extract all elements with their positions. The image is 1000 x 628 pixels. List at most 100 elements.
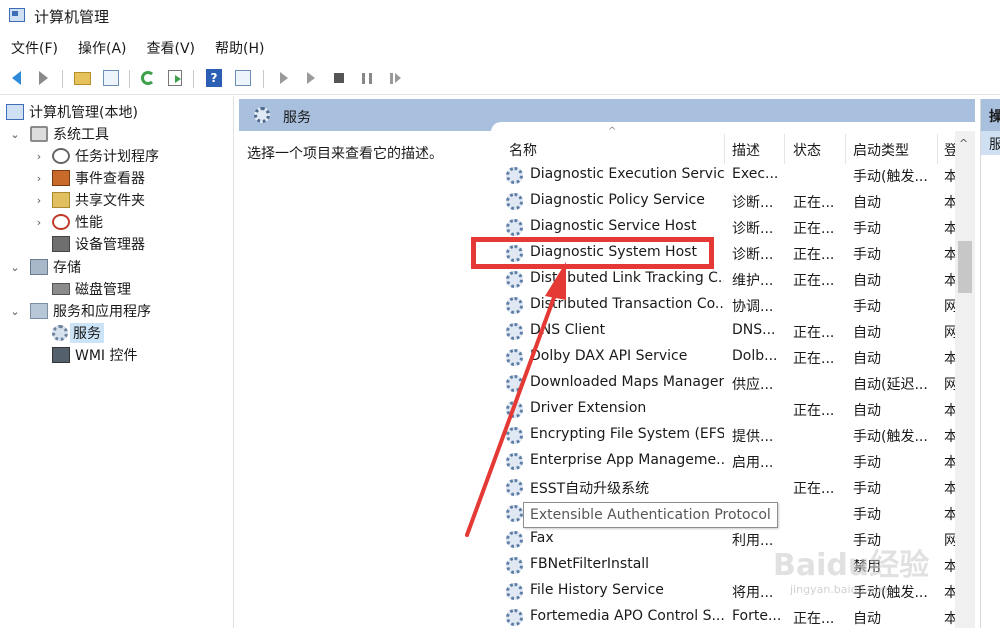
service-gear-icon: [506, 401, 523, 418]
help-icon[interactable]: ?: [203, 67, 225, 89]
service-startup-type: 手动: [853, 247, 881, 263]
start-service-alt-icon[interactable]: [300, 67, 322, 89]
service-startup-type: 手动: [853, 481, 881, 497]
tree-item-performance[interactable]: › 性能: [32, 211, 103, 233]
service-status: 正在...: [793, 611, 835, 627]
service-startup-type: 手动(触发...: [853, 429, 928, 445]
chevron-right-icon[interactable]: ›: [32, 194, 46, 207]
service-description: 诊断...: [732, 247, 774, 263]
tree-item-storage[interactable]: ⌄ 存储: [8, 256, 81, 278]
service-name: Dolby DAX API Service: [530, 348, 688, 364]
back-icon[interactable]: [5, 67, 27, 89]
show-hide-tree-icon[interactable]: [100, 67, 122, 89]
column-startup-type[interactable]: 启动类型: [853, 140, 909, 160]
table-row[interactable]: Distributed Link Tracking C... 维护... 正在.…: [491, 266, 975, 292]
tree-item-shared-folders[interactable]: › 共享文件夹: [32, 189, 145, 211]
forward-icon[interactable]: [32, 67, 54, 89]
restart-service-icon[interactable]: [384, 67, 406, 89]
tree-item-services-apps[interactable]: ⌄ 服务和应用程序: [8, 300, 151, 322]
scroll-thumb[interactable]: [958, 241, 972, 293]
service-description: Exec...: [732, 166, 779, 182]
service-startup-type: 自动: [853, 325, 881, 341]
table-row[interactable]: Dolby DAX API Service Dolb... 正在... 自动 本: [491, 344, 975, 370]
up-folder-icon[interactable]: [71, 67, 93, 89]
column-divider[interactable]: [937, 134, 938, 164]
toolbar-separator: [263, 70, 264, 88]
tree-item-root[interactable]: 计算机管理(本地): [6, 101, 138, 123]
refresh-icon[interactable]: [137, 67, 159, 89]
service-gear-icon: [506, 479, 523, 496]
clock-icon: [52, 148, 70, 164]
service-startup-type: 自动(延迟...: [853, 377, 928, 393]
tree-item-services[interactable]: 服务: [52, 322, 104, 344]
menu-action[interactable]: 操作(A): [68, 34, 137, 60]
chevron-down-icon[interactable]: ⌄: [8, 305, 22, 318]
column-divider[interactable]: [845, 134, 846, 164]
tree-item-event-viewer[interactable]: › 事件查看器: [32, 167, 145, 189]
menu-view[interactable]: 查看(V): [137, 34, 206, 60]
service-gear-icon: [506, 505, 523, 522]
service-name: Fortemedia APO Control S...: [530, 608, 724, 624]
scroll-up-icon[interactable]: ^: [959, 137, 968, 150]
menu-help[interactable]: 帮助(H): [205, 34, 274, 60]
chevron-right-icon[interactable]: ›: [32, 172, 46, 185]
service-gear-icon: [506, 453, 523, 470]
column-divider[interactable]: [724, 134, 725, 164]
table-row[interactable]: Enterprise App Manageme... 启用... 手动 本: [491, 448, 975, 474]
properties-icon[interactable]: [232, 67, 254, 89]
tools-icon: [30, 126, 48, 142]
table-row[interactable]: Diagnostic Policy Service 诊断... 正在... 自动…: [491, 188, 975, 214]
service-gear-icon: [506, 583, 523, 600]
service-name: Diagnostic Service Host: [530, 218, 697, 234]
actions-header: 操: [981, 99, 1000, 131]
storage-icon: [30, 259, 48, 275]
table-row[interactable]: Downloaded Maps Manager 供应... 自动(延迟... 网: [491, 370, 975, 396]
tree-item-task-scheduler[interactable]: › 任务计划程序: [32, 145, 159, 167]
toolbar-separator: [62, 70, 63, 88]
service-gear-icon: [506, 427, 523, 444]
service-startup-type: 自动: [853, 351, 881, 367]
menu-file[interactable]: 文件(F): [0, 34, 68, 60]
table-row[interactable]: DNS Client DNS... 正在... 自动 网: [491, 318, 975, 344]
table-row[interactable]: Driver Extension 正在... 自动 本: [491, 396, 975, 422]
vertical-scrollbar[interactable]: ^: [955, 131, 975, 628]
service-gear-icon: [506, 349, 523, 366]
tooltip: Extensible Authentication Protocol: [523, 502, 778, 528]
panel-title: 服务: [283, 110, 311, 126]
shared-folder-icon: [52, 192, 70, 208]
chevron-right-icon[interactable]: ›: [32, 216, 46, 229]
column-name[interactable]: 名称: [509, 140, 537, 160]
service-name: Encrypting File System (EFS): [530, 426, 724, 442]
table-row[interactable]: Distributed Transaction Co... 协调... 手动 网: [491, 292, 975, 318]
service-description: 将用...: [732, 585, 774, 601]
column-description[interactable]: 描述: [732, 140, 760, 160]
service-name: FBNetFilterInstall: [530, 556, 650, 572]
column-status[interactable]: 状态: [793, 140, 821, 160]
service-description: 协调...: [732, 299, 774, 315]
table-row[interactable]: Encrypting File System (EFS) 提供... 手动(触发…: [491, 422, 975, 448]
stop-service-icon[interactable]: [328, 67, 350, 89]
start-service-icon[interactable]: [273, 67, 295, 89]
chevron-right-icon[interactable]: ›: [32, 150, 46, 163]
service-status: 正在...: [793, 195, 835, 211]
tree-item-wmi[interactable]: WMI 控件: [52, 344, 138, 366]
chevron-down-icon[interactable]: ⌄: [8, 128, 22, 141]
service-description: Forte...: [732, 608, 780, 624]
performance-icon: [52, 214, 70, 230]
table-row[interactable]: Fortemedia APO Control S... Forte... 正在.…: [491, 604, 975, 628]
export-list-icon[interactable]: [164, 67, 186, 89]
service-status: 正在...: [793, 247, 835, 263]
chevron-down-icon[interactable]: ⌄: [8, 261, 22, 274]
service-name: Fax: [530, 530, 554, 546]
column-divider[interactable]: [784, 134, 785, 164]
actions-item-services[interactable]: 服: [981, 131, 1000, 155]
service-gear-icon: [506, 193, 523, 210]
service-gear-icon: [506, 219, 523, 236]
table-row[interactable]: ESST自动升级系统 正在... 手动 本: [491, 474, 975, 500]
tree-item-system-tools[interactable]: ⌄ 系统工具: [8, 123, 109, 145]
pause-service-icon[interactable]: [356, 67, 378, 89]
tree-item-device-manager[interactable]: 设备管理器: [52, 233, 145, 255]
table-row[interactable]: Diagnostic Execution Service Exec... 手动(…: [491, 162, 975, 188]
service-description: 启用...: [732, 455, 774, 471]
tree-item-disk-management[interactable]: 磁盘管理: [52, 278, 131, 300]
